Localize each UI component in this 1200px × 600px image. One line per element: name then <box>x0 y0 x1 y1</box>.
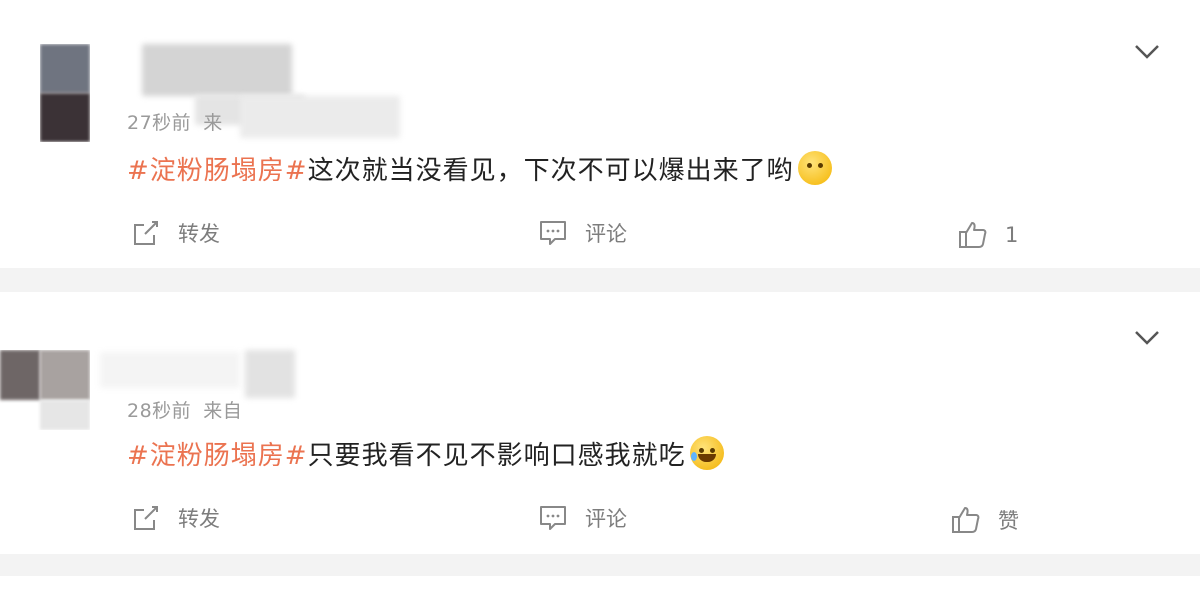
share-icon <box>134 221 158 245</box>
like-label: 赞 <box>998 509 1019 533</box>
post-text: 只要我看不见不影响口感我就吃 <box>307 441 686 471</box>
repost-label: 转发 <box>178 507 220 531</box>
avatar[interactable] <box>0 350 90 430</box>
comment-label: 评论 <box>585 222 627 246</box>
post-source: 来 <box>203 112 223 134</box>
post-time: 27秒前 <box>127 112 192 134</box>
comment-label: 评论 <box>585 507 627 531</box>
next-post-edge <box>0 576 1200 600</box>
hashtag-link[interactable]: #淀粉肠塌房# <box>127 156 308 186</box>
share-icon <box>134 506 158 530</box>
repost-label: 转发 <box>178 222 220 246</box>
like-button[interactable]: 1 <box>957 219 1018 251</box>
hashtag-link[interactable]: #淀粉肠塌房# <box>127 441 308 471</box>
laughing-tears-emoji-icon <box>689 436 724 470</box>
post-source: 来自 <box>203 400 243 422</box>
comment-icon <box>540 506 566 530</box>
redaction-block <box>240 96 400 138</box>
thumbs-up-icon <box>959 222 987 248</box>
post-card-2: 28秒前 来自 #淀粉肠塌房#只要我看不见不影响口感我就吃 转发 评论 赞 <box>0 292 1200 554</box>
post-meta: 27秒前来 <box>127 108 235 135</box>
redaction-block <box>100 352 240 388</box>
comment-button[interactable]: 评论 <box>537 217 627 249</box>
post-divider <box>0 268 1200 292</box>
post-text: 这次就当没看见，下次不可以爆出来了哟 <box>307 156 794 186</box>
thumbs-up-icon <box>952 507 980 533</box>
like-button[interactable]: 赞 <box>950 504 1019 536</box>
avatar[interactable] <box>40 44 90 142</box>
post-time: 28秒前 <box>127 400 192 422</box>
post-content: #淀粉肠塌房#只要我看不见不影响口感我就吃 <box>127 435 724 472</box>
crying-face-emoji-icon <box>797 151 832 185</box>
like-count: 1 <box>1005 223 1019 247</box>
username-redacted[interactable] <box>142 44 292 96</box>
post-meta: 28秒前 来自 <box>127 396 254 423</box>
comment-button[interactable]: 评论 <box>537 502 627 534</box>
username-redacted[interactable] <box>245 350 295 398</box>
chevron-down-icon[interactable] <box>1132 42 1162 62</box>
repost-button[interactable]: 转发 <box>130 502 220 534</box>
post-content: #淀粉肠塌房#这次就当没看见，下次不可以爆出来了哟 <box>127 150 832 187</box>
comment-icon <box>540 221 566 245</box>
repost-button[interactable]: 转发 <box>130 217 220 249</box>
post-divider <box>0 554 1200 576</box>
post-card-1: 27秒前来 #淀粉肠塌房#这次就当没看见，下次不可以爆出来了哟 转发 评论 1 <box>0 0 1200 268</box>
chevron-down-icon[interactable] <box>1132 328 1162 348</box>
